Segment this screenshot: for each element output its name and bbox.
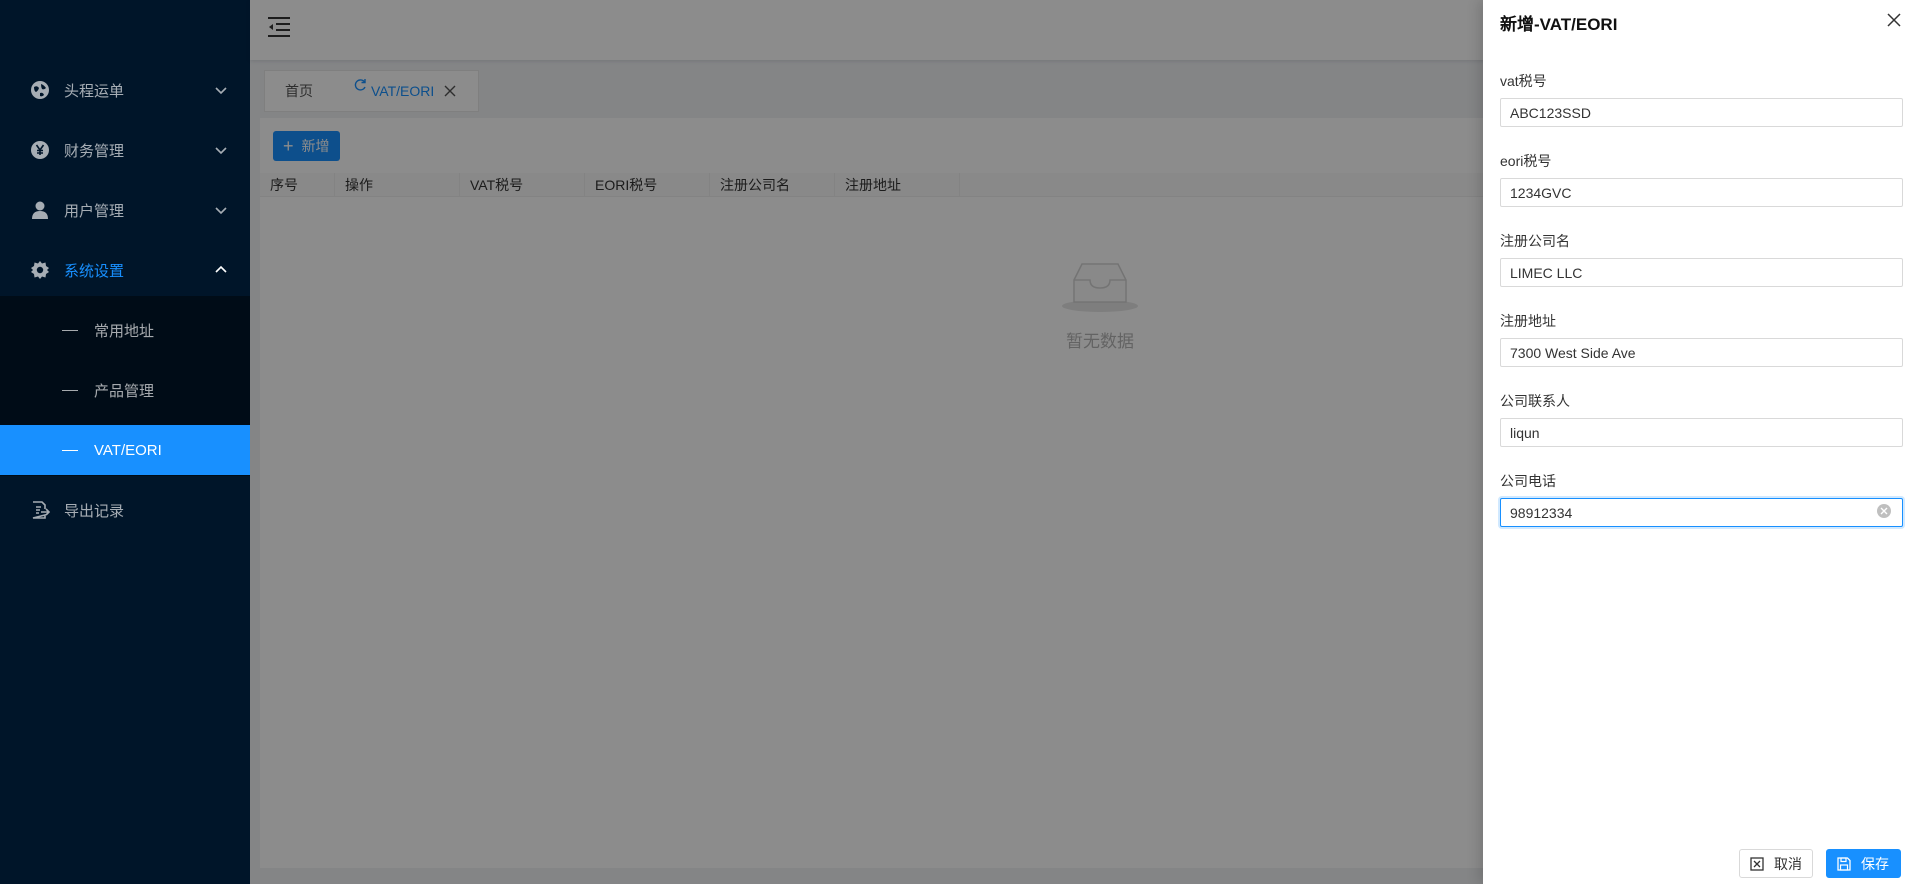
sidebar-item-settings[interactable]: 系统设置 (0, 245, 250, 295)
chevron-up-icon (215, 265, 227, 273)
contact-input[interactable] (1500, 418, 1903, 447)
sidebar-item-waybill[interactable]: 头程运单 (0, 65, 250, 115)
chevron-down-icon (215, 207, 227, 215)
eori-input[interactable] (1500, 178, 1903, 207)
cancel-label: 取消 (1774, 855, 1802, 872)
sidebar-item-finance[interactable]: 财务管理 (0, 125, 250, 175)
dash-icon (62, 329, 78, 331)
sidebar-item-label: 财务管理 (64, 142, 125, 160)
sidebar-subitem-vat-eori[interactable]: VAT/EORI (0, 425, 250, 475)
sidebar-item-label: 系统设置 (64, 262, 125, 280)
eori-label: eori税号 (1500, 153, 1552, 169)
sidebar-item-label: 导出记录 (64, 502, 125, 520)
address-label: 注册地址 (1500, 313, 1556, 329)
sidebar: 头程运单 财务管理 用户管理 系统设置 常用地址 产品管理 VAT/EORI 导… (0, 0, 250, 884)
sidebar-subitem-addresses[interactable]: 常用地址 (0, 305, 250, 355)
yen-icon (30, 140, 50, 160)
company-name-label: 注册公司名 (1500, 233, 1570, 249)
cancel-button[interactable]: 取消 (1739, 849, 1813, 878)
address-input[interactable] (1500, 338, 1903, 367)
company-name-input[interactable] (1500, 258, 1903, 287)
close-square-icon (1750, 856, 1764, 871)
sidebar-subitem-products[interactable]: 产品管理 (0, 365, 250, 415)
clear-icon[interactable] (1876, 503, 1892, 519)
contact-label: 公司联系人 (1500, 393, 1570, 409)
vat-label: vat税号 (1500, 73, 1547, 89)
save-label: 保存 (1861, 855, 1889, 872)
globe-icon (30, 80, 50, 100)
sidebar-item-users[interactable]: 用户管理 (0, 185, 250, 235)
sidebar-subitem-label: 常用地址 (94, 322, 155, 340)
sidebar-subitem-label: VAT/EORI (94, 441, 162, 459)
modal-overlay[interactable] (250, 0, 1483, 884)
sidebar-item-label: 用户管理 (64, 202, 125, 220)
drawer: 新增-VAT/EORI vat税号 eori税号 注册公司名 注册地址 公司联系… (1483, 0, 1920, 884)
chevron-down-icon (215, 87, 227, 95)
user-icon (30, 200, 50, 220)
phone-input[interactable] (1500, 498, 1903, 527)
phone-label: 公司电话 (1500, 473, 1556, 489)
close-icon[interactable] (1886, 12, 1902, 28)
vat-input[interactable] (1500, 98, 1903, 127)
save-icon (1837, 856, 1851, 871)
dash-icon (62, 449, 78, 451)
sidebar-subitem-label: 产品管理 (94, 382, 155, 400)
dash-icon (62, 389, 78, 391)
sidebar-item-label: 头程运单 (64, 82, 125, 100)
sidebar-item-export[interactable]: 导出记录 (0, 485, 250, 535)
chevron-down-icon (215, 147, 227, 155)
gear-icon (30, 260, 50, 280)
export-icon (30, 500, 50, 520)
save-button[interactable]: 保存 (1826, 849, 1901, 878)
drawer-title: 新增-VAT/EORI (1500, 15, 1618, 34)
